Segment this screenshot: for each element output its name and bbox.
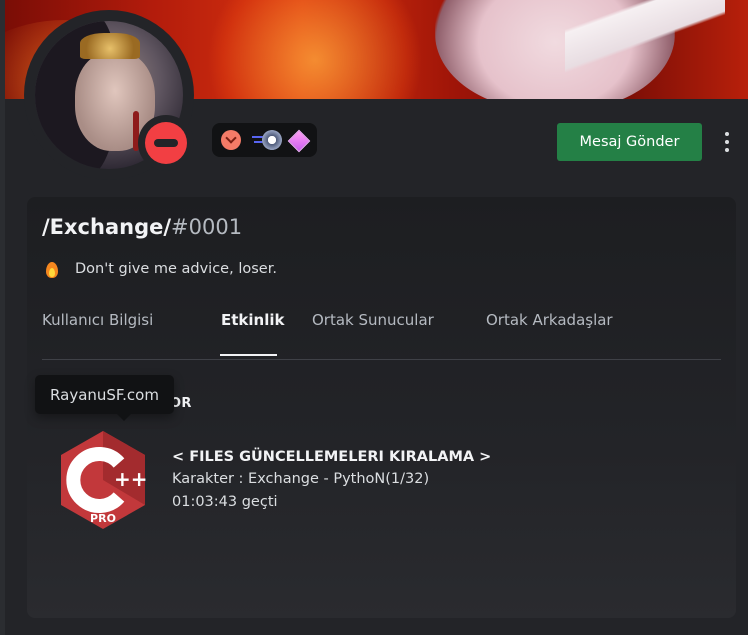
badge-list [212,123,317,157]
cpp-pro-icon-text: PRO [90,512,116,525]
server-boost-badge-icon[interactable] [287,129,311,153]
tab-activity[interactable]: Etkinlik [221,311,284,329]
send-message-button[interactable]: Mesaj Gönder [557,123,702,161]
custom-status-text: Don't give me advice, loser. [75,261,277,277]
nitro-badge-icon[interactable] [252,130,282,150]
username: /Exchange/#0001 [42,215,242,239]
profile-tabs: Kullanıcı Bilgisi Etkinlik Ortak Sunucul… [42,297,721,360]
activity-title: < FILES GÜNCELLEMELERI KIRALAMA > [172,449,492,465]
username-name: /Exchange/ [42,215,172,239]
tab-user-info[interactable]: Kullanıcı Bilgisi [42,311,153,329]
cpp-pro-icon[interactable]: ++ PRO [57,429,149,531]
more-vertical-icon[interactable] [717,129,737,155]
active-tab-indicator [220,354,277,356]
hypesquad-badge-icon[interactable] [221,130,241,150]
tooltip: RayanuSF.com [35,375,174,421]
username-discriminator: #0001 [171,215,243,239]
tab-mutual-servers[interactable]: Ortak Sunucular [312,311,434,329]
svg-text:++: ++ [114,467,148,491]
custom-status: Don't give me advice, loser. [43,259,277,279]
dnd-status-icon [145,122,187,164]
fire-icon [43,259,61,279]
tab-mutual-friends[interactable]: Ortak Arkadaşlar [486,311,613,329]
activity-details: Karakter : Exchange - PythoN(1/32) [172,471,430,487]
activity-elapsed: 01:03:43 geçti [172,494,278,510]
